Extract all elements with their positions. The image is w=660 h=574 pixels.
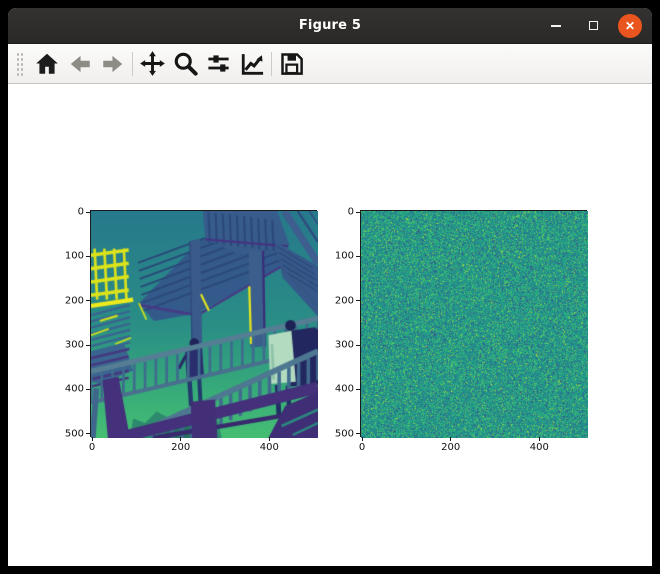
x-tick-mark [362, 437, 363, 441]
save-button[interactable] [275, 48, 308, 80]
figure-window: Figure 5 ✕ [8, 8, 652, 566]
noise-image[interactable] [361, 211, 588, 438]
zoom-icon [172, 50, 199, 77]
y-tick-label: 500 [328, 428, 354, 439]
x-tick-label: 400 [530, 442, 549, 453]
titlebar[interactable]: Figure 5 ✕ [8, 8, 652, 44]
y-tick-mark [356, 433, 360, 434]
toolbar [8, 44, 652, 84]
toolbar-separator [132, 52, 133, 76]
forward-button[interactable] [96, 48, 129, 80]
line-chart-icon [238, 50, 266, 78]
y-tick-mark [86, 300, 90, 301]
window-controls: ✕ [544, 8, 642, 43]
stairs-image[interactable] [91, 211, 318, 438]
pan-icon [139, 50, 166, 77]
y-tick-mark [356, 256, 360, 257]
x-tick-mark [450, 437, 451, 441]
x-tick-label: 200 [441, 442, 460, 453]
zoom-button[interactable] [169, 48, 202, 80]
sliders-icon [205, 50, 232, 77]
figure-canvas-area[interactable]: 02004000100200300400500 0200400010020030… [8, 84, 652, 565]
maximize-button[interactable] [581, 14, 605, 38]
y-tick-label: 100 [58, 251, 84, 262]
close-icon: ✕ [625, 20, 635, 32]
save-icon [278, 50, 305, 77]
y-tick-label: 300 [58, 340, 84, 351]
maximize-icon [589, 21, 598, 30]
y-tick-label: 400 [58, 384, 84, 395]
y-tick-mark [86, 389, 90, 390]
y-tick-mark [86, 256, 90, 257]
x-tick-mark [92, 437, 93, 441]
edit-axes-button[interactable] [235, 48, 268, 80]
y-tick-mark [86, 345, 90, 346]
y-tick-mark [86, 212, 90, 213]
x-tick-label: 400 [260, 442, 279, 453]
x-tick-mark [269, 437, 270, 441]
y-tick-label: 200 [58, 295, 84, 306]
back-button[interactable] [63, 48, 96, 80]
y-tick-label: 400 [328, 384, 354, 395]
window-title: Figure 5 [299, 18, 361, 33]
y-tick-mark [356, 345, 360, 346]
toolbar-separator [271, 52, 272, 76]
x-tick-mark [539, 437, 540, 441]
y-tick-label: 0 [328, 207, 354, 218]
y-tick-label: 300 [328, 340, 354, 351]
x-tick-label: 200 [171, 442, 190, 453]
home-icon [34, 51, 60, 77]
forward-arrow-icon [100, 51, 126, 77]
home-button[interactable] [30, 48, 63, 80]
pan-button[interactable] [136, 48, 169, 80]
y-tick-mark [356, 212, 360, 213]
minimize-button[interactable] [544, 14, 568, 38]
y-tick-label: 100 [328, 251, 354, 262]
y-tick-mark [356, 300, 360, 301]
x-tick-label: 0 [89, 442, 95, 453]
toolbar-grip[interactable] [16, 52, 24, 76]
minimize-icon [551, 25, 561, 27]
back-arrow-icon [67, 51, 93, 77]
configure-subplots-button[interactable] [202, 48, 235, 80]
x-tick-label: 0 [359, 442, 365, 453]
x-tick-mark [180, 437, 181, 441]
y-tick-mark [86, 433, 90, 434]
y-tick-mark [356, 389, 360, 390]
close-button[interactable]: ✕ [618, 14, 642, 38]
axes-left[interactable]: 02004000100200300400500 [90, 210, 317, 437]
y-tick-label: 0 [58, 207, 84, 218]
axes-right[interactable]: 02004000100200300400500 [360, 210, 587, 437]
y-tick-label: 500 [58, 428, 84, 439]
y-tick-label: 200 [328, 295, 354, 306]
